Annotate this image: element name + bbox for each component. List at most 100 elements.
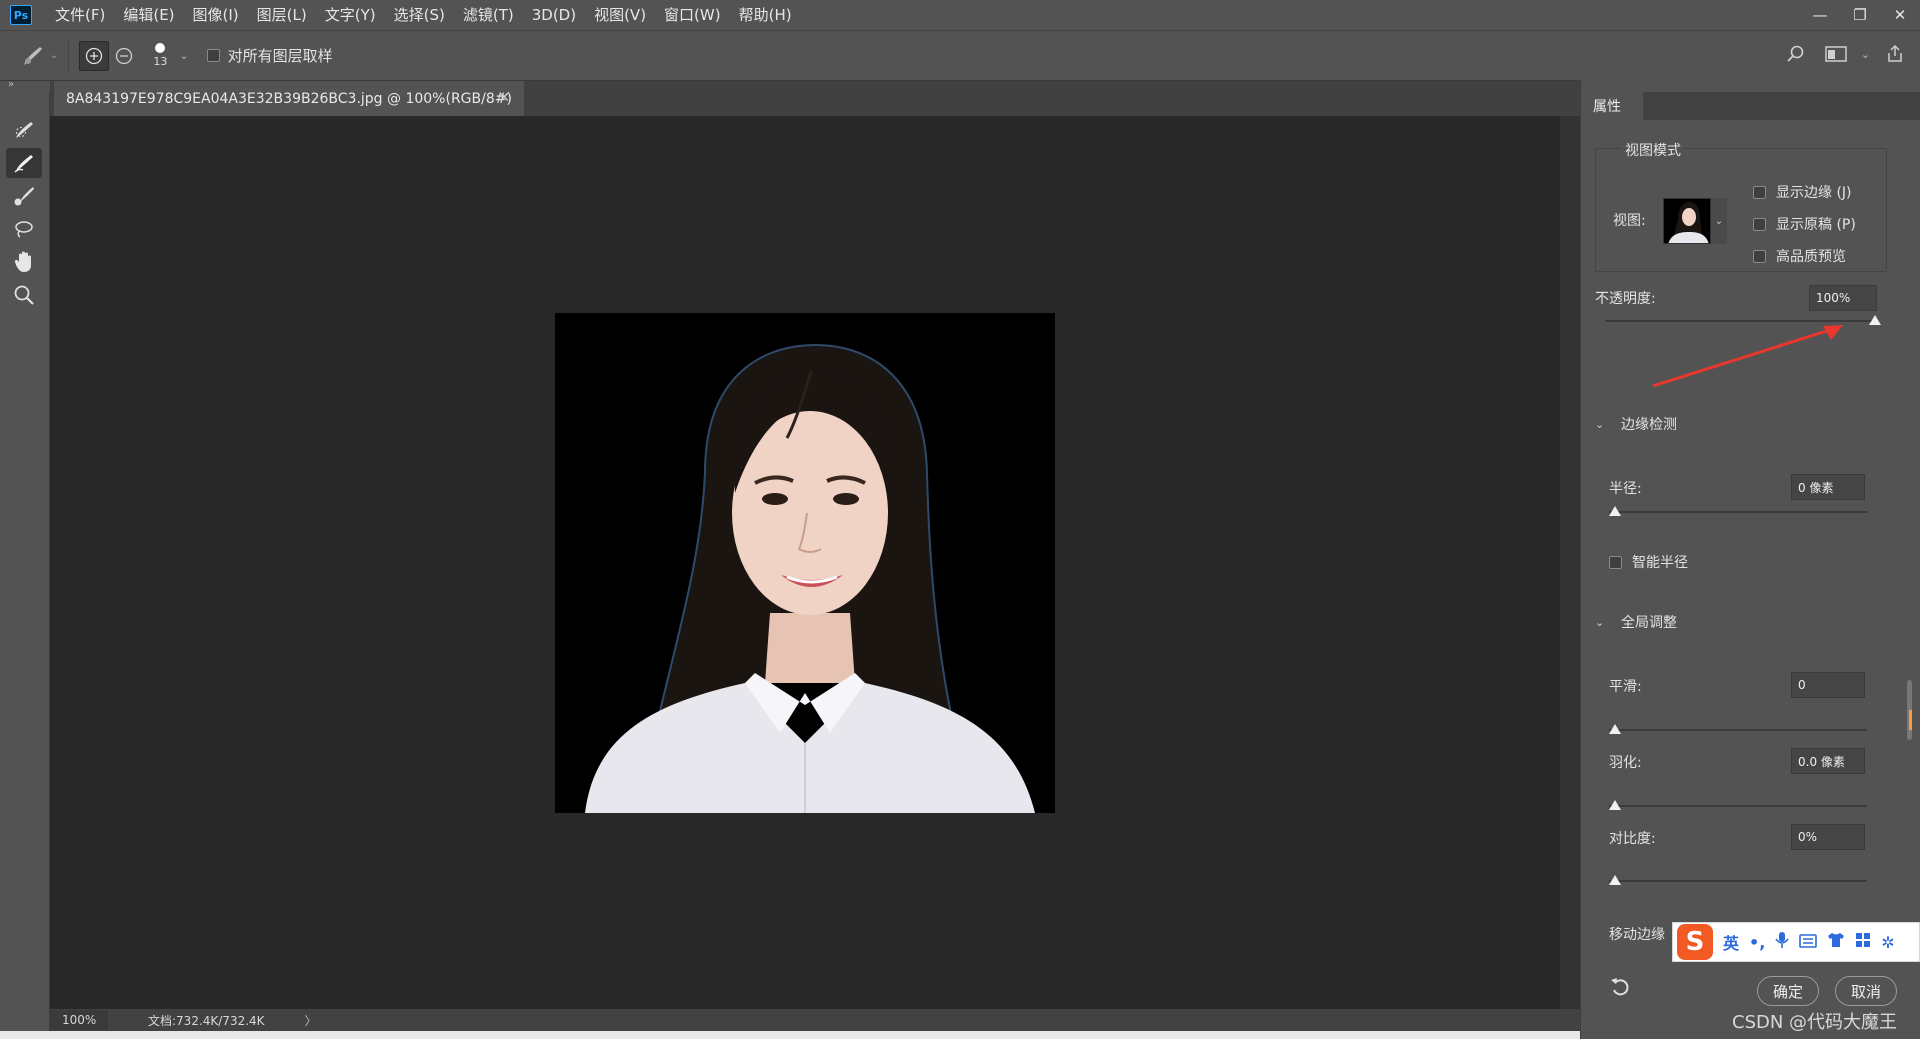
sample-all-layers-checkbox[interactable] (206, 49, 220, 62)
smooth-input[interactable]: 0 (1791, 672, 1865, 698)
smart-radius-checkbox[interactable] (1609, 555, 1622, 569)
feather-input[interactable]: 0.0 像素 (1791, 748, 1865, 774)
menu-3d[interactable]: 3D(D) (523, 0, 585, 30)
photoshop-logo: Ps (10, 5, 32, 25)
options-bar: ⌄ 13 ⌄ 对所有图层取样 ⌄ (0, 30, 1920, 80)
canvas-area[interactable] (50, 116, 1560, 1009)
show-edge-label: 显示边缘 (J) (1776, 185, 1852, 201)
contrast-slider-track[interactable] (1609, 880, 1867, 882)
menu-edit[interactable]: 编辑(E) (114, 0, 183, 30)
menu-type[interactable]: 文字(Y) (316, 0, 385, 30)
collapse-chevron-icon[interactable]: ⌄ (1595, 616, 1604, 629)
minimize-button[interactable]: — (1800, 0, 1840, 30)
edge-detection-title: 边缘检测 (1621, 417, 1677, 433)
smooth-slider-thumb[interactable] (1609, 724, 1621, 734)
collapse-chevron-icon[interactable]: ⌄ (1595, 418, 1604, 431)
contrast-slider-thumb[interactable] (1609, 875, 1621, 885)
lasso-tool-icon[interactable] (6, 214, 42, 244)
photoshop-window: Ps 文件(F) 编辑(E) 图像(I) 图层(L) 文字(Y) 选择(S) 滤… (0, 0, 1920, 1039)
radius-label: 半径: (1609, 481, 1642, 497)
menu-view[interactable]: 视图(V) (585, 0, 655, 30)
restore-button[interactable]: ❐ (1840, 0, 1880, 30)
panel-scrollbar[interactable] (1904, 130, 1916, 1030)
divider (68, 40, 70, 71)
contrast-input[interactable]: 0% (1791, 824, 1865, 850)
chevron-down-icon[interactable]: ⌄ (50, 50, 58, 61)
refine-edge-brush-tool-icon[interactable] (6, 148, 42, 178)
smooth-slider-track[interactable] (1609, 729, 1867, 731)
workspace-icon[interactable] (1821, 39, 1851, 69)
sample-all-layers-label: 对所有图层取样 (227, 47, 333, 65)
toolbox-icon[interactable] (1855, 932, 1871, 952)
csdn-watermark: CSDN @代码大魔王 (1732, 1012, 1898, 1033)
menu-image[interactable]: 图像(I) (184, 0, 248, 30)
feather-slider-track[interactable] (1609, 805, 1867, 807)
view-mode-title: 视图模式 (1621, 140, 1685, 160)
radius-input[interactable]: 0 像素 (1791, 474, 1865, 500)
high-quality-preview-option[interactable]: 高品质预览 (1753, 246, 1846, 266)
add-to-selection-icon[interactable] (79, 40, 110, 71)
keyboard-icon[interactable] (1799, 933, 1818, 952)
menu-filter[interactable]: 滤镜(T) (454, 0, 523, 30)
close-icon[interactable]: ✕ (498, 90, 510, 106)
show-edge-option[interactable]: 显示边缘 (J) (1753, 182, 1852, 202)
chevron-down-icon[interactable]: ⌄ (1861, 48, 1870, 61)
menu-window[interactable]: 窗口(W) (655, 0, 730, 30)
ok-button[interactable]: 确定 (1757, 976, 1819, 1006)
microphone-icon[interactable] (1775, 931, 1789, 953)
cancel-button[interactable]: 取消 (1835, 976, 1897, 1006)
reset-icon[interactable] (1609, 976, 1631, 1002)
ime-language-toggle[interactable]: 英 (1723, 930, 1739, 954)
menu-select[interactable]: 选择(S) (385, 0, 454, 30)
status-menu-arrow-icon[interactable]: 〉 (305, 1012, 317, 1029)
zoom-tool-icon[interactable] (6, 280, 42, 310)
search-icon[interactable] (1781, 39, 1811, 69)
brush-tool-icon[interactable] (6, 181, 42, 211)
show-original-checkbox[interactable] (1753, 217, 1766, 231)
properties-panel: 属性 视图模式 视图: ⌄ 显示边缘 (J) 显示原稿 (P) 高品质预览 不透… (1580, 80, 1920, 1039)
menu-layer[interactable]: 图层(L) (248, 0, 316, 30)
brush-size-value: 13 (153, 55, 168, 68)
panel-scroll-marker (1909, 710, 1912, 730)
hand-tool-icon[interactable] (6, 247, 42, 277)
menu-file[interactable]: 文件(F) (46, 0, 114, 30)
show-original-label: 显示原稿 (P) (1776, 217, 1856, 233)
chevron-down-icon[interactable]: ⌄ (179, 49, 188, 62)
smooth-label: 平滑: (1609, 679, 1642, 695)
expand-toolbar-icon[interactable]: » (8, 79, 14, 90)
brush-preset-icon[interactable] (18, 41, 48, 71)
show-original-option[interactable]: 显示原稿 (P) (1753, 214, 1856, 234)
punctuation-icon[interactable]: •, (1749, 933, 1765, 952)
sogou-logo[interactable]: S (1677, 924, 1713, 960)
view-mode-thumbnail[interactable] (1663, 198, 1711, 244)
canvas-scrollbar[interactable] (1560, 116, 1580, 1009)
opacity-slider-thumb[interactable] (1869, 315, 1881, 325)
contrast-label: 对比度: (1609, 831, 1656, 847)
share-icon[interactable] (1880, 39, 1910, 69)
document-tab[interactable]: 8A843197E978C9EA04A3E32B39B26BC3.jpg @ 1… (54, 81, 524, 117)
high-quality-preview-checkbox[interactable] (1753, 249, 1766, 263)
feather-label: 羽化: (1609, 755, 1642, 771)
settings-icon[interactable]: ✲ (1881, 933, 1894, 952)
shift-edge-label: 移动边缘 (1609, 927, 1665, 943)
close-window-button[interactable]: ✕ (1880, 0, 1920, 30)
feather-slider-thumb[interactable] (1609, 800, 1621, 810)
smart-radius-option[interactable]: 智能半径 (1609, 552, 1688, 572)
quick-selection-tool-icon[interactable] (6, 115, 42, 145)
show-edge-checkbox[interactable] (1753, 185, 1766, 199)
annotation-arrow-icon (1652, 325, 1843, 388)
opacity-input[interactable]: 100% (1809, 285, 1877, 311)
sample-all-layers-option[interactable]: 对所有图层取样 (206, 45, 333, 66)
view-label: 视图: (1613, 213, 1646, 229)
tab-properties[interactable]: 属性 (1581, 92, 1643, 120)
zoom-level[interactable]: 100% (50, 1010, 108, 1030)
chevron-down-icon[interactable]: ⌄ (1711, 198, 1727, 244)
radius-slider-thumb[interactable] (1609, 506, 1621, 516)
radius-slider-track[interactable] (1609, 511, 1867, 513)
skin-icon[interactable] (1827, 932, 1845, 952)
brush-size-picker[interactable]: 13 (147, 43, 173, 68)
menu-help[interactable]: 帮助(H) (730, 0, 801, 30)
subtract-from-selection-icon[interactable] (109, 41, 139, 71)
opacity-label: 不透明度: (1595, 291, 1656, 307)
portrait-photo[interactable] (555, 313, 1055, 813)
